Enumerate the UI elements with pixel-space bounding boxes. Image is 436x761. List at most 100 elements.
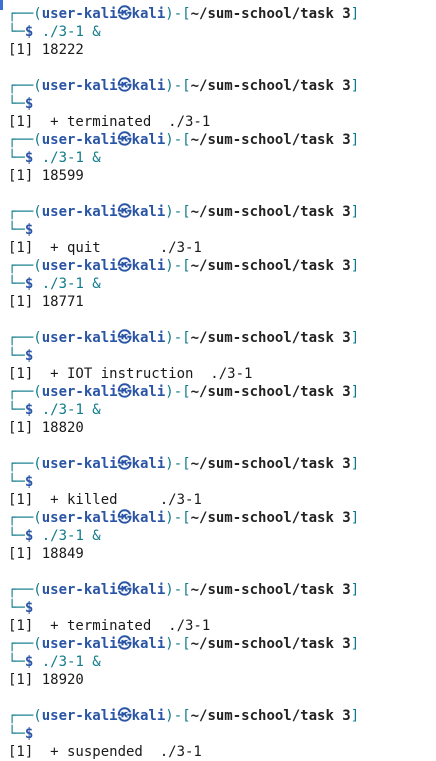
prompt-command-line: └─$ ./3-1 & [8, 23, 101, 41]
prompt-frame-top: ┌──( [8, 384, 42, 400]
prompt-frame-bottom: └─ [8, 150, 25, 166]
prompt-separator: )-[ [165, 708, 191, 724]
output-line: [1] 18820 [8, 419, 84, 437]
prompt-header-line: ┌──(user-kali㉿kali)-[~/sum-school/task 3… [8, 581, 359, 599]
prompt-command-line: └─$ [8, 347, 33, 365]
kali-symbol-icon: ㉿ [117, 708, 132, 724]
prompt-path: ~/sum-school/task 3 [190, 384, 351, 400]
prompt-user: user-kali [41, 510, 118, 526]
prompt-frame-bottom: └─ [8, 600, 25, 616]
prompt-header-line: ┌──(user-kali㉿kali)-[~/sum-school/task 3… [8, 707, 359, 725]
prompt-separator: )-[ [165, 384, 191, 400]
prompt-path: ~/sum-school/task 3 [190, 204, 351, 220]
prompt-frame-top: ┌──( [8, 510, 42, 526]
prompt-path-close: ] [350, 510, 360, 526]
prompt-path: ~/sum-school/task 3 [190, 132, 351, 148]
prompt-frame-top: ┌──( [8, 204, 42, 220]
kali-symbol-icon: ㉿ [117, 78, 132, 94]
prompt-command-line: └─$ ./3-1 & [8, 149, 101, 167]
prompt-command-line: └─$ [8, 599, 33, 617]
output-line: [1] + terminated ./3-1 [8, 617, 210, 635]
prompt-separator: )-[ [165, 258, 191, 274]
prompt-frame-bottom: └─ [8, 24, 25, 40]
prompt-host: kali [131, 132, 166, 148]
prompt-header-line: ┌──(user-kali㉿kali)-[~/sum-school/task 3… [8, 635, 359, 653]
prompt-frame-bottom: └─ [8, 528, 25, 544]
prompt-separator: )-[ [165, 456, 191, 472]
prompt-path: ~/sum-school/task 3 [190, 258, 351, 274]
kali-symbol-icon: ㉿ [117, 6, 132, 22]
prompt-user: user-kali [41, 384, 118, 400]
prompt-frame-top: ┌──( [8, 258, 42, 274]
prompt-frame-bottom: └─ [8, 402, 25, 418]
output-text: [1] + quit ./3-1 [8, 240, 202, 256]
output-line: [1] 18599 [8, 167, 84, 185]
prompt-host: kali [131, 582, 166, 598]
prompt-header-line: ┌──(user-kali㉿kali)-[~/sum-school/task 3… [8, 509, 359, 527]
prompt-path-close: ] [350, 582, 360, 598]
prompt-dollar: $ [24, 474, 34, 490]
kali-symbol-icon: ㉿ [117, 384, 132, 400]
prompt-header-line: ┌──(user-kali㉿kali)-[~/sum-school/task 3… [8, 203, 359, 221]
prompt-header-line: ┌──(user-kali㉿kali)-[~/sum-school/task 3… [8, 5, 359, 23]
command-text: ./3-1 & [33, 528, 101, 544]
prompt-separator: )-[ [165, 636, 191, 652]
prompt-separator: )-[ [165, 330, 191, 346]
prompt-frame-bottom: └─ [8, 276, 25, 292]
prompt-command-line: └─$ ./3-1 & [8, 527, 101, 545]
output-text: [1] + terminated ./3-1 [8, 114, 211, 130]
prompt-command-line: └─$ [8, 221, 33, 239]
prompt-path: ~/sum-school/task 3 [190, 582, 351, 598]
prompt-path-close: ] [350, 6, 360, 22]
prompt-host: kali [131, 204, 166, 220]
prompt-host: kali [131, 636, 166, 652]
output-text: [1] 18920 [8, 672, 84, 688]
window-edge-accent [0, 0, 3, 10]
prompt-user: user-kali [41, 708, 118, 724]
prompt-user: user-kali [41, 456, 118, 472]
prompt-user: user-kali [41, 78, 118, 94]
prompt-frame-bottom: └─ [8, 348, 25, 364]
prompt-host: kali [131, 510, 166, 526]
prompt-path-close: ] [350, 132, 360, 148]
prompt-path: ~/sum-school/task 3 [190, 456, 351, 472]
prompt-command-line: └─$ [8, 725, 33, 743]
prompt-header-line: ┌──(user-kali㉿kali)-[~/sum-school/task 3… [8, 455, 359, 473]
prompt-path: ~/sum-school/task 3 [190, 6, 351, 22]
prompt-dollar: $ [24, 600, 34, 616]
kali-symbol-icon: ㉿ [117, 204, 132, 220]
output-line: [1] + IOT instruction ./3-1 [8, 365, 252, 383]
output-line: [1] + terminated ./3-1 [8, 113, 210, 131]
output-line: [1] + quit ./3-1 [8, 239, 202, 257]
prompt-path-close: ] [350, 456, 360, 472]
output-text: [1] 18771 [8, 294, 84, 310]
prompt-user: user-kali [41, 636, 118, 652]
output-line: [1] + killed ./3-1 [8, 491, 202, 509]
output-line: [1] 18920 [8, 671, 84, 689]
prompt-path: ~/sum-school/task 3 [190, 708, 351, 724]
output-text: [1] + terminated ./3-1 [8, 618, 211, 634]
prompt-path-close: ] [350, 258, 360, 274]
prompt-frame-top: ┌──( [8, 132, 42, 148]
output-line: [1] 18849 [8, 545, 84, 563]
prompt-path-close: ] [350, 708, 360, 724]
output-text: [1] 18849 [8, 546, 84, 562]
terminal-output[interactable]: ┌──(user-kali㉿kali)-[~/sum-school/task 3… [0, 0, 436, 761]
prompt-user: user-kali [41, 6, 118, 22]
output-text: [1] + killed ./3-1 [8, 492, 202, 508]
prompt-dollar: $ [24, 222, 34, 238]
prompt-host: kali [131, 330, 166, 346]
prompt-dollar: $ [24, 348, 34, 364]
command-text: ./3-1 & [33, 150, 101, 166]
output-line: [1] 18771 [8, 293, 84, 311]
command-text: ./3-1 & [33, 654, 101, 670]
prompt-path-close: ] [350, 636, 360, 652]
prompt-command-line: └─$ ./3-1 & [8, 653, 101, 671]
kali-symbol-icon: ㉿ [117, 636, 132, 652]
prompt-separator: )-[ [165, 582, 191, 598]
prompt-frame-top: ┌──( [8, 708, 42, 724]
output-line: [1] + suspended ./3-1 [8, 743, 202, 761]
prompt-host: kali [131, 384, 166, 400]
prompt-user: user-kali [41, 582, 118, 598]
output-text: [1] 18599 [8, 168, 84, 184]
